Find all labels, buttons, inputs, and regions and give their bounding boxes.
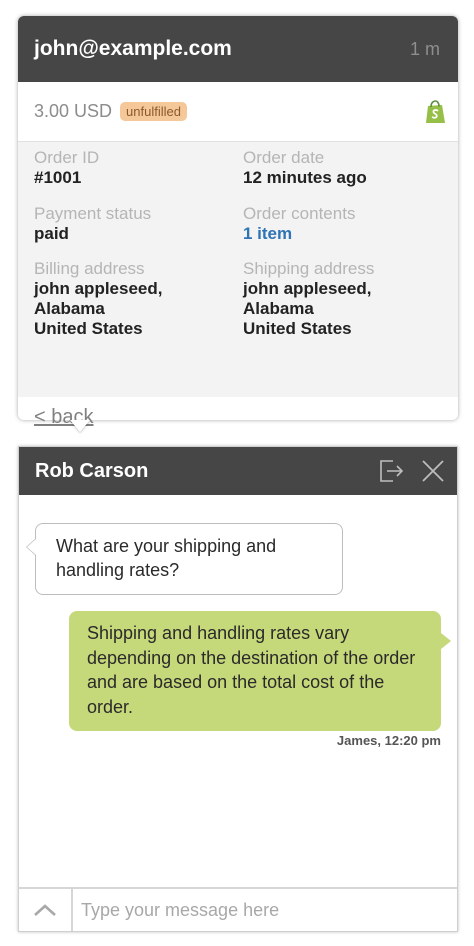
order-summary: 3.00 USD unfulfilled — [18, 82, 458, 142]
order-date-label: Order date — [243, 148, 325, 167]
shipping-address-line: United States — [243, 319, 352, 338]
order-date-field: Order date 12 minutes ago — [243, 148, 443, 188]
order-date-value: 12 minutes ago — [243, 168, 367, 187]
message-composer — [19, 887, 457, 931]
payment-status-value: paid — [34, 224, 69, 243]
bubble-tail — [26, 538, 36, 556]
expand-button[interactable] — [19, 889, 73, 931]
chat-header-actions — [379, 459, 445, 483]
order-amount: 3.00 USD — [34, 101, 113, 121]
order-contents-label: Order contents — [243, 204, 356, 223]
billing-address-line: john appleseed, — [34, 279, 163, 298]
shipping-address-field: Shipping address john appleseed, Alabama… — [243, 259, 443, 339]
shopify-bag-icon — [426, 99, 445, 123]
shipping-address-line: john appleseed, — [243, 279, 372, 298]
order-card: john@example.com 1 m 3.00 USD unfulfille… — [18, 16, 458, 432]
outgoing-message: Shipping and handling rates vary dependi… — [69, 611, 451, 731]
order-contents-field: Order contents 1 item — [243, 204, 443, 244]
chat-header: Rob Carson — [19, 447, 457, 495]
payment-status-field: Payment status paid — [34, 204, 234, 244]
chat-contact-name: Rob Carson — [35, 459, 149, 482]
billing-address-field: Billing address john appleseed, Alabama … — [34, 259, 234, 339]
message-text: Shipping and handling rates vary dependi… — [87, 623, 416, 717]
chat-window: Rob Carson What are your shipping and ha… — [18, 446, 458, 932]
shipping-address-line: Alabama — [243, 299, 314, 318]
message-input[interactable] — [73, 889, 457, 931]
customer-email: john@example.com — [34, 37, 232, 60]
payment-status-label: Payment status — [34, 204, 152, 223]
card-pointer — [70, 420, 90, 432]
close-icon[interactable] — [421, 459, 445, 483]
order-contents-link[interactable]: 1 item — [243, 224, 443, 244]
order-age: 1 m — [409, 38, 440, 59]
order-id-field: Order ID #1001 — [34, 148, 234, 188]
order-id-label: Order ID — [34, 148, 100, 167]
billing-address-line: Alabama — [34, 299, 105, 318]
order-details: Order ID #1001 Order date 12 minutes ago… — [18, 142, 458, 397]
billing-address-line: United States — [34, 319, 143, 338]
order-id-value: #1001 — [34, 168, 82, 187]
incoming-message: What are your shipping and handling rate… — [26, 523, 343, 595]
bubble-tail — [441, 633, 451, 649]
fulfillment-status-badge: unfulfilled — [120, 102, 187, 121]
billing-address-label: Billing address — [34, 259, 145, 278]
order-header: john@example.com 1 m — [18, 16, 458, 82]
message-text: What are your shipping and handling rate… — [56, 536, 277, 580]
message-meta: James, 12:20 pm — [336, 733, 441, 748]
shipping-address-label: Shipping address — [243, 259, 375, 278]
exit-icon[interactable] — [379, 459, 405, 483]
chevron-up-icon — [34, 904, 56, 916]
